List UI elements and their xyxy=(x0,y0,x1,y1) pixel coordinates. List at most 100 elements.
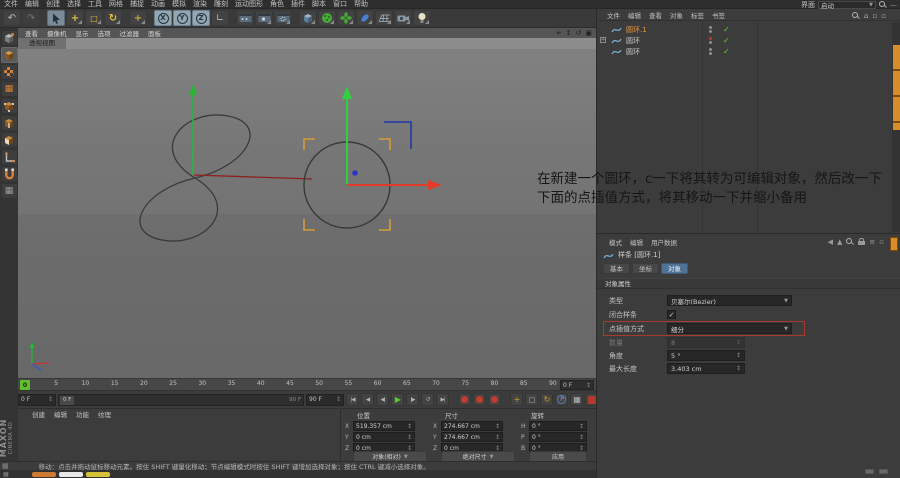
material-menu-item[interactable]: 编辑 xyxy=(54,409,67,419)
menubar-item[interactable]: 网格 xyxy=(109,0,123,9)
previous-frame-button[interactable]: ◀| xyxy=(376,393,389,406)
lock-x-button[interactable]: X xyxy=(154,10,172,26)
lock-y-button[interactable]: Y xyxy=(173,10,191,26)
menubar-item[interactable]: 捕捉 xyxy=(130,0,144,9)
visibility-dots[interactable] xyxy=(709,37,712,44)
make-editable-button[interactable] xyxy=(0,30,18,46)
range-start-field[interactable]: 0 F ↕ xyxy=(18,393,56,406)
ruler-tick[interactable]: 80 xyxy=(490,380,500,387)
panel-side-tab[interactable] xyxy=(893,45,900,130)
render-settings-button[interactable] xyxy=(274,10,292,26)
last-used-tool[interactable]: + xyxy=(129,10,147,26)
menubar-item[interactable]: 运动图形 xyxy=(235,0,263,9)
rotate-view-icon[interactable]: ↺ xyxy=(576,29,582,37)
ruler-tick[interactable]: 10 xyxy=(80,380,90,387)
panel-resize-icon[interactable] xyxy=(879,469,888,474)
mograph-button[interactable] xyxy=(337,10,355,26)
object-name[interactable]: 圆环 xyxy=(626,47,640,57)
ruler-tick[interactable]: 5 xyxy=(51,380,61,387)
viewport-menu-item[interactable]: 过滤器 xyxy=(120,28,140,38)
ruler-tick[interactable]: 65 xyxy=(402,380,412,387)
stepper-icon[interactable]: ↕ xyxy=(736,352,741,359)
panel-resize-icon[interactable] xyxy=(865,469,874,474)
panel-icon[interactable]: ▫ xyxy=(879,238,884,246)
move-tool[interactable]: + xyxy=(66,10,84,26)
panel-icon[interactable]: ▫ xyxy=(873,12,878,20)
live-selection-tool[interactable] xyxy=(47,10,65,26)
redo-button[interactable]: ↷ xyxy=(22,10,40,26)
play-button[interactable]: ▶ xyxy=(391,393,404,406)
enabled-check-icon[interactable]: ✓ xyxy=(723,25,730,34)
object-name[interactable]: 圆环.1 xyxy=(626,25,647,35)
enabled-check-icon[interactable]: ✓ xyxy=(723,36,730,45)
om-menu-item[interactable]: 对象 xyxy=(670,10,683,20)
timeline-ruler[interactable]: 0 5 10 15 20 25 30 35 40 45 50 55 60 65 70 75 80 85 90 0 0… xyxy=(18,378,596,391)
viewport-menu-item[interactable]: 面板 xyxy=(148,28,161,38)
om-menu-item[interactable]: 标签 xyxy=(691,10,704,20)
size-x-field[interactable]: 274.667 cm ↕ xyxy=(441,421,503,431)
menubar-item[interactable]: 编辑 xyxy=(25,0,39,9)
keyframe-scale-toggle[interactable]: □ xyxy=(525,393,538,406)
viewport-menu-item[interactable]: 显示 xyxy=(76,28,89,38)
ruler-tick[interactable]: 85 xyxy=(519,380,529,387)
minimize-icon[interactable]: — xyxy=(890,1,897,9)
menubar-item[interactable]: 工具 xyxy=(88,0,102,9)
om-menu-item[interactable]: 编辑 xyxy=(628,10,641,20)
layout-select[interactable]: 启动 ▼ xyxy=(818,0,876,10)
stepper-icon[interactable]: ↕ xyxy=(48,396,53,403)
type-select[interactable]: 贝塞尔(Bezier) ▼ xyxy=(667,295,792,306)
snap-toggle-button[interactable] xyxy=(0,166,18,182)
keyframe-position-toggle[interactable]: + xyxy=(510,393,523,406)
ruler-tick[interactable]: 35 xyxy=(227,380,237,387)
menubar-item[interactable]: 窗口 xyxy=(333,0,347,9)
om-menu-item[interactable]: 书签 xyxy=(712,10,725,20)
stepper-icon[interactable]: ↕ xyxy=(495,423,500,430)
count-field[interactable]: 8 ↕ xyxy=(667,337,745,348)
timeline-playhead[interactable]: 0 xyxy=(20,380,30,390)
stepper-icon[interactable]: ↕ xyxy=(336,396,341,403)
ruler-tick[interactable]: 15 xyxy=(110,380,120,387)
menubar-item[interactable]: 文件 xyxy=(4,0,18,9)
menubar-item[interactable]: 渲染 xyxy=(193,0,207,9)
visibility-dots[interactable] xyxy=(709,48,712,55)
range-slider-start[interactable]: 0 F xyxy=(60,395,75,405)
panel-icon[interactable]: ▫ xyxy=(881,12,886,20)
subdivision-surface-button[interactable] xyxy=(318,10,336,26)
camera-button[interactable] xyxy=(394,10,412,26)
perspective-viewport[interactable]: 透视视图 xyxy=(18,38,596,378)
attr-menu-item[interactable]: 模式 xyxy=(609,237,622,247)
lock-z-button[interactable]: Z xyxy=(192,10,210,26)
visibility-dots[interactable] xyxy=(709,26,712,33)
material-menu-item[interactable]: 创建 xyxy=(32,409,45,419)
polygons-mode-button[interactable] xyxy=(0,132,18,148)
play-backward-button[interactable]: ◀ xyxy=(361,393,374,406)
ruler-tick[interactable]: 45 xyxy=(285,380,295,387)
position-y-field[interactable]: 0 cm ↕ xyxy=(353,432,415,442)
ruler-tick[interactable]: 40 xyxy=(256,380,266,387)
rotation-h-field[interactable]: 0 ° ↕ xyxy=(529,421,587,431)
angle-field[interactable]: 5 ° ↕ xyxy=(667,350,745,361)
figure8-x-axis[interactable] xyxy=(193,174,313,180)
object-row[interactable]: 圆环 ✓ xyxy=(597,46,900,57)
viewport-menu-item[interactable]: 选项 xyxy=(98,28,111,38)
edges-mode-button[interactable] xyxy=(0,115,18,131)
loop-mode-button[interactable]: ↺ xyxy=(421,393,434,406)
max-length-field[interactable]: 3.403 cm ↕ xyxy=(667,363,745,374)
ruler-tick[interactable]: 90 xyxy=(548,380,558,387)
spline-pen-button[interactable] xyxy=(356,10,374,26)
menubar-item[interactable]: 创建 xyxy=(46,0,60,9)
menubar-item[interactable]: 插件 xyxy=(291,0,305,9)
viewport-menu-item[interactable]: 查看 xyxy=(25,28,38,38)
object-name[interactable]: 圆环 xyxy=(626,36,640,46)
rotation-p-field[interactable]: 0 ° ↕ xyxy=(529,432,587,442)
om-menu-item[interactable]: 文件 xyxy=(607,10,620,20)
om-menu-item[interactable]: 查看 xyxy=(649,10,662,20)
render-to-picture-viewer-button[interactable] xyxy=(255,10,273,26)
zoom-view-icon[interactable]: ↕ xyxy=(566,29,572,37)
ruler-tick[interactable]: 30 xyxy=(197,380,207,387)
close-spline-checkbox[interactable]: ✓ xyxy=(667,310,676,319)
ruler-tick[interactable]: 55 xyxy=(343,380,353,387)
interpolation-select[interactable]: 细分 ▼ xyxy=(667,323,792,334)
undo-button[interactable]: ↶ xyxy=(3,10,21,26)
keyframe-parameter-toggle[interactable]: P xyxy=(555,393,568,406)
